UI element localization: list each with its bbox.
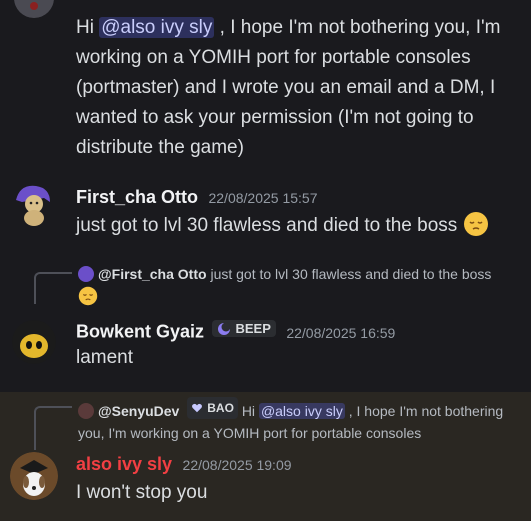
moon-icon xyxy=(218,322,231,335)
author-name[interactable]: also ivy sly xyxy=(76,454,172,474)
author-name[interactable]: Bowkent Gyaiz xyxy=(76,322,204,342)
message-text: Hi @also ivy sly , I hope I'm not bother… xyxy=(76,17,501,158)
role-tag[interactable]: BAO xyxy=(187,397,238,419)
avatar[interactable] xyxy=(10,452,58,500)
relieved-face-emoji xyxy=(463,211,489,237)
reply-connector xyxy=(34,406,72,450)
message-text: lament xyxy=(76,347,134,368)
author-name[interactable]: First_cha Otto xyxy=(76,187,198,207)
avatar[interactable] xyxy=(12,320,56,364)
reply-preview[interactable]: @First_cha Otto just got to lvl 30 flawl… xyxy=(78,263,523,312)
avatar[interactable] xyxy=(10,182,56,228)
avatar xyxy=(78,266,94,282)
reply-author[interactable]: @First_cha Otto xyxy=(98,266,207,282)
relieved-face-emoji xyxy=(78,286,98,306)
reply-author[interactable]: @SenyuDev xyxy=(98,403,179,419)
timestamp: 22/08/2025 16:59 xyxy=(286,324,396,341)
avatar[interactable] xyxy=(14,0,54,18)
reply-preview[interactable]: @SenyuDev BAO Hi @also ivy sly , I hope … xyxy=(78,397,523,444)
avatar xyxy=(78,403,94,419)
reply-connector xyxy=(34,272,72,304)
timestamp: 22/08/2025 15:57 xyxy=(208,190,318,206)
message-text: just got to lvl 30 flawless and died to … xyxy=(76,211,489,241)
role-tag[interactable]: BEEP xyxy=(212,320,276,337)
message-text: I won't stop you xyxy=(76,482,208,503)
heart-icon xyxy=(192,403,203,413)
user-mention[interactable]: @also ivy sly xyxy=(99,17,215,38)
timestamp: 22/08/2025 19:09 xyxy=(182,457,292,473)
user-mention[interactable]: @also ivy sly xyxy=(258,403,345,419)
